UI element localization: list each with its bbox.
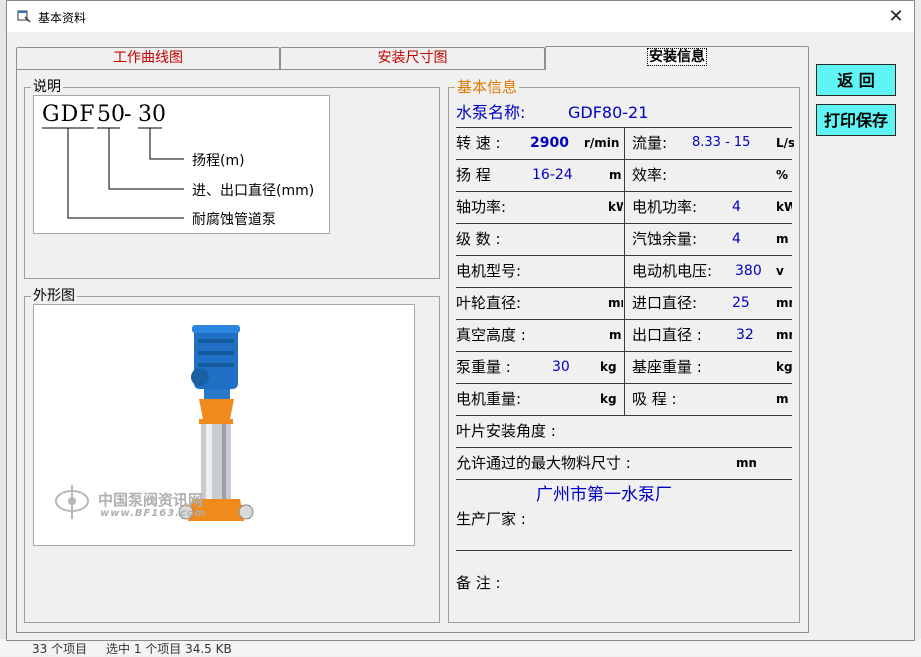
blade-angle-label: 叶片安装角度 : <box>456 422 556 440</box>
inlet-diameter-unit: mm <box>776 296 792 310</box>
flow-unit: L/s <box>776 136 794 150</box>
close-icon: ✕ <box>888 6 904 27</box>
outlet-diameter-value: 32 <box>736 327 754 343</box>
manufacturer-value: 广州市第一水泵厂 <box>536 485 672 505</box>
status-item-count: 33 个项目 <box>32 642 88 656</box>
model-code-head: 30 <box>138 102 166 127</box>
pump-image: 中国泵阀资讯网 www.BF163.com <box>33 304 415 546</box>
remarks-label: 备 注 : <box>456 574 501 592</box>
shaft-power-unit: kW <box>608 200 623 214</box>
motor-power-label: 电机功率: <box>632 198 698 216</box>
row-divider <box>456 479 792 480</box>
motor-voltage-value: 380 <box>735 263 762 279</box>
model-code-diameter: 50 <box>97 102 125 127</box>
model-code-prefix: GDF <box>42 102 96 127</box>
flow-label: 流量: <box>632 134 668 152</box>
npsh-label: 汽蚀余量: <box>632 230 698 248</box>
tab-install-info-label: 安装信息 <box>647 48 707 66</box>
speed-value: 2900 <box>530 135 569 151</box>
stages-label: 级 数 : <box>456 230 501 248</box>
shaft-power-label: 轴功率: <box>456 198 507 216</box>
app-icon <box>17 10 31 23</box>
base-weight-unit: kg <box>776 360 792 374</box>
inlet-diameter-label: 进口直径: <box>632 294 698 312</box>
pump-weight-label: 泵重量 : <box>456 358 511 376</box>
watermark-url: www.BF163.com <box>100 508 207 519</box>
motor-weight-unit: kg <box>600 392 617 406</box>
efficiency-label: 效率: <box>632 166 668 184</box>
pump-weight-value: 30 <box>552 359 570 375</box>
note-head: 扬程(m) <box>192 153 245 169</box>
description-legend: 说明 <box>31 78 63 96</box>
motor-voltage-label: 电动机电压: <box>632 262 713 280</box>
exterior-legend: 外形图 <box>31 287 77 305</box>
efficiency-unit: % <box>776 168 789 182</box>
model-code-diagram: GDF 50 - 30 扬程(m) 进、出口直径(mm) 耐腐蚀管道泵 <box>33 95 330 234</box>
pump-name-label: 水泵名称: <box>456 103 526 122</box>
watermark-text: 中国泵阀资讯网 <box>98 491 204 509</box>
flow-value: 8.33 - 15 <box>692 135 751 150</box>
speed-label: 转 速 : <box>456 134 501 152</box>
impeller-diameter-label: 叶轮直径: <box>456 294 522 312</box>
head-unit: m <box>609 168 622 182</box>
tab-install-dimensions[interactable]: 安装尺寸图 <box>280 47 545 69</box>
vacuum-height-unit: m <box>609 328 622 342</box>
head-value: 16-24 <box>532 167 573 183</box>
model-code-dash: - <box>124 102 132 127</box>
row-divider <box>456 415 792 416</box>
column-divider <box>624 127 625 415</box>
tab-install-info[interactable]: 安装信息 <box>545 46 809 70</box>
suction-lift-unit: m <box>776 392 789 406</box>
speed-unit: r/min <box>584 136 620 150</box>
outlet-diameter-unit: mm <box>776 328 792 342</box>
base-weight-label: 基座重量 : <box>632 358 702 376</box>
tab-work-curve[interactable]: 工作曲线图 <box>16 47 280 69</box>
inlet-diameter-value: 25 <box>732 295 750 311</box>
title-bar: 基本资料 ✕ <box>7 1 914 32</box>
print-save-button[interactable]: 打印保存 <box>816 104 896 136</box>
motor-voltage-unit: v <box>776 264 784 278</box>
manufacturer-label: 生产厂家 : <box>456 510 526 528</box>
background-status-bar: 33 个项目 选中 1 个项目 34.5 KB <box>0 639 921 656</box>
back-button[interactable]: 返 回 <box>816 64 896 96</box>
pump-weight-unit: kg <box>600 360 617 374</box>
suction-lift-label: 吸 程 : <box>632 390 677 408</box>
row-divider <box>456 447 792 448</box>
motor-power-value: 4 <box>732 199 741 215</box>
note-pump-type: 耐腐蚀管道泵 <box>192 212 276 228</box>
basic-info-legend: 基本信息 <box>455 78 520 96</box>
note-diameter: 进、出口直径(mm) <box>192 183 315 199</box>
close-button[interactable]: ✕ <box>879 3 913 30</box>
npsh-unit: m <box>776 232 789 246</box>
impeller-diameter-unit: mm <box>608 296 623 310</box>
max-particle-size-label: 允许通过的最大物料尺寸 : <box>456 454 631 472</box>
pump-drawing <box>55 325 254 521</box>
row-divider <box>456 550 792 551</box>
head-label: 扬 程 <box>456 166 491 184</box>
status-selected: 选中 1 个项目 34.5 KB <box>106 642 232 656</box>
npsh-value: 4 <box>732 231 741 247</box>
motor-power-unit: kW <box>776 200 792 214</box>
pump-name-value: GDF80-21 <box>568 103 649 122</box>
window-title: 基本资料 <box>38 11 87 25</box>
motor-weight-label: 电机重量: <box>456 390 522 408</box>
max-particle-size-unit: mm <box>736 456 756 470</box>
vacuum-height-label: 真空高度 : <box>456 326 526 344</box>
motor-model-label: 电机型号: <box>456 262 522 280</box>
outlet-diameter-label: 出口直径 : <box>632 326 702 344</box>
